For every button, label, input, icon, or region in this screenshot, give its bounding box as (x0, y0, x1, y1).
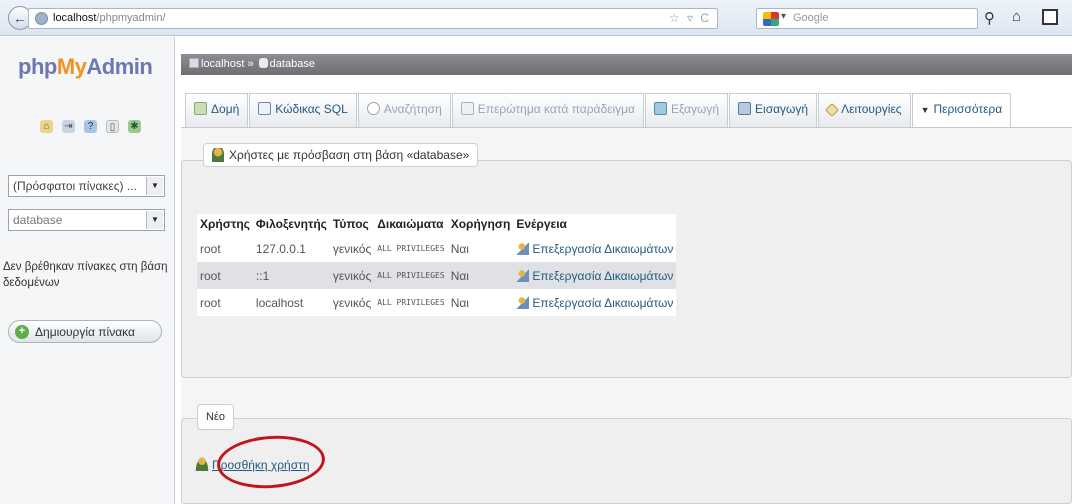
tab-structure[interactable]: Δομή (185, 93, 249, 127)
breadcrumb-database[interactable]: database (270, 58, 315, 70)
home-icon[interactable]: ⌂ (1012, 8, 1021, 25)
import-icon (738, 102, 752, 115)
type-cell: γενικός (329, 262, 375, 289)
search-icon (366, 102, 380, 115)
users-table: Χρήστης Φιλοξενητής Τύπος Δικαιώματα Χορ… (197, 214, 677, 316)
create-table-button[interactable]: + Δημιουργία πίνακα (8, 320, 162, 343)
server-icon (189, 58, 199, 68)
user-cell: root (197, 235, 253, 262)
search-bar[interactable]: ▾ Google (756, 8, 978, 29)
edit-privileges-icon (516, 295, 530, 309)
privileges-cell: ALL PRIVILEGES (374, 262, 448, 289)
plus-icon: + (15, 325, 29, 339)
search-placeholder: Google (793, 12, 829, 24)
action-cell: Επεξεργασία Δικαιωμάτων (513, 289, 677, 316)
export-icon (654, 102, 667, 115)
grant-cell: Ναι (447, 235, 514, 262)
main-content: Χρήστες με πρόσβαση στη βάση «database» … (181, 128, 1072, 504)
users-icon (212, 148, 224, 162)
browser-toolbar: ← localhost/phpmyadmin/ ☆ ▿ C ▾ Google ⚲… (0, 0, 1072, 36)
column-header[interactable]: Τύπος (329, 214, 375, 235)
users-legend: Χρήστες με πρόσβαση στη βάση «database» (203, 143, 479, 167)
navigation-panel: phpMyAdmin ⌂ ⇥ ? ▯ ✱ (Πρόσφατοι πίνακες)… (0, 37, 175, 504)
user-cell: root (197, 262, 253, 289)
recent-tables-select[interactable]: (Πρόσφατοι πίνακες) ... ▼ (8, 175, 165, 197)
site-identity-icon[interactable] (35, 12, 48, 25)
grant-cell: Ναι (447, 289, 514, 316)
tab-export[interactable]: Εξαγωγή (645, 93, 729, 127)
grant-cell: Ναι (447, 262, 514, 289)
privileges-cell: ALL PRIVILEGES (374, 235, 448, 262)
tab-bar: Δομή Κώδικας SQL Αναζήτηση Επερώτημα κατ… (181, 75, 1072, 128)
table-row: root localhost γενικός ALL PRIVILEGES Να… (197, 289, 677, 316)
triangle-down-icon: ▼ (920, 105, 930, 115)
database-select[interactable]: database ▼ (8, 209, 165, 231)
type-cell: γενικός (329, 235, 375, 262)
google-icon[interactable] (763, 12, 779, 26)
table-row: root ::1 γενικός ALL PRIVILEGES Ναι Επεξ… (197, 262, 677, 289)
magnifier-icon[interactable]: ⚲ (984, 9, 995, 27)
add-user-icon (195, 457, 209, 471)
edit-privileges-icon (516, 241, 530, 255)
action-cell: Επεξεργασία Δικαιωμάτων (513, 262, 677, 289)
no-tables-message: Δεν βρέθηκαν πίνακες στη βάση δεδομένων (3, 261, 168, 289)
privileges-cell: ALL PRIVILEGES (374, 289, 448, 316)
url-controls[interactable]: ☆ ▿ C (669, 11, 711, 25)
home-icon[interactable]: ⌂ (40, 120, 53, 133)
chevron-down-icon: ▼ (146, 177, 163, 195)
column-header[interactable]: Δικαιώματα (374, 214, 448, 235)
table-row: root 127.0.0.1 γενικός ALL PRIVILEGES Να… (197, 235, 677, 262)
tab-import[interactable]: Εισαγωγή (729, 93, 818, 127)
documentation-icon[interactable]: ▯ (106, 120, 119, 133)
query-window-icon[interactable]: ? (84, 120, 97, 133)
column-header[interactable]: Φιλοξενητής (252, 214, 330, 235)
dropdown-arrow-icon[interactable]: ▾ (781, 11, 786, 22)
host-cell: localhost (252, 289, 330, 316)
tab-search[interactable]: Αναζήτηση (357, 93, 451, 127)
chevron-down-icon: ▼ (146, 211, 163, 229)
tab-sql[interactable]: Κώδικας SQL (249, 93, 357, 127)
edit-privileges-link[interactable]: Επεξεργασία Δικαιωμάτων (516, 241, 673, 256)
address-bar[interactable]: localhost/phpmyadmin/ ☆ ▿ C (28, 8, 718, 29)
bookmarks-icon[interactable] (1042, 9, 1058, 25)
tab-more[interactable]: ▼ Περισσότερα (911, 93, 1012, 127)
type-cell: γενικός (329, 289, 375, 316)
settings-icon[interactable]: ✱ (128, 120, 141, 133)
column-header[interactable]: Χορήγηση (447, 214, 514, 235)
column-header[interactable]: Ενέργεια (513, 214, 677, 235)
new-legend: Νέο (197, 404, 234, 430)
sql-icon (258, 102, 272, 115)
host-cell: ::1 (252, 262, 330, 289)
column-header[interactable]: Χρήστης (197, 214, 253, 235)
host-cell: 127.0.0.1 (252, 235, 330, 262)
tab-query[interactable]: Επερώτημα κατά παράδειγμα (451, 93, 644, 127)
url-text: localhost/phpmyadmin/ (53, 12, 166, 24)
operations-icon (825, 102, 840, 118)
database-icon (258, 58, 268, 68)
phpmyadmin-logo[interactable]: phpMyAdmin (18, 54, 153, 80)
action-cell: Επεξεργασία Δικαιωμάτων (513, 235, 677, 262)
edit-privileges-link[interactable]: Επεξεργασία Δικαιωμάτων (516, 295, 673, 310)
structure-icon (194, 102, 207, 115)
user-cell: root (197, 289, 253, 316)
query-icon (460, 102, 474, 115)
breadcrumb-server[interactable]: localhost (201, 58, 244, 70)
breadcrumb: localhost » database (181, 54, 1072, 75)
edit-privileges-icon (516, 268, 530, 282)
edit-privileges-link[interactable]: Επεξεργασία Δικαιωμάτων (516, 268, 673, 283)
tab-operations[interactable]: Λειτουργίες (818, 93, 911, 127)
quick-links: ⌂ ⇥ ? ▯ ✱ (40, 120, 141, 133)
logout-icon[interactable]: ⇥ (62, 120, 75, 133)
